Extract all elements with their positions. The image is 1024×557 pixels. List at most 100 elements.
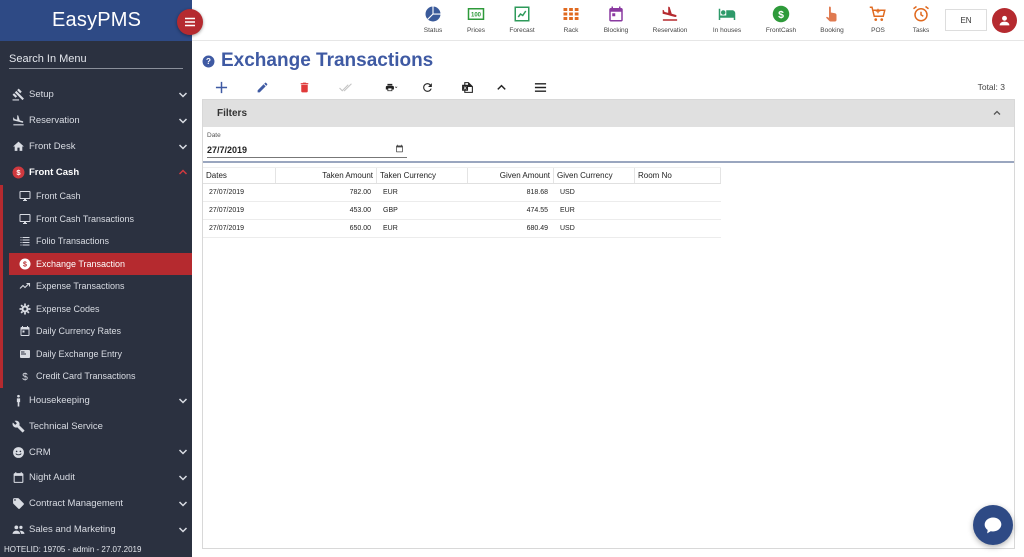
sidebar-item-front-desk[interactable]: Front Desk bbox=[0, 134, 192, 160]
sidebar-subitem-credit-card-transactions[interactable]: $ Credit Card Transactions bbox=[3, 365, 192, 388]
top-toolbar: Status 100 Prices Forecast Rack Blocking… bbox=[192, 0, 1024, 41]
help-icon[interactable]: ? bbox=[202, 55, 215, 68]
topbar-label: FrontCash bbox=[765, 27, 797, 34]
column-header-dates[interactable]: Dates bbox=[203, 168, 276, 183]
column-menu-button[interactable] bbox=[531, 79, 549, 95]
column-header-given-currency[interactable]: Given Currency bbox=[554, 168, 635, 183]
delete-button[interactable] bbox=[295, 79, 313, 95]
menu-search-input[interactable] bbox=[9, 53, 183, 69]
pencil-icon bbox=[257, 82, 267, 92]
topbar-rack-button[interactable]: Rack bbox=[546, 5, 596, 34]
sidebar-item-night-audit[interactable]: Night Audit bbox=[0, 465, 192, 491]
sidebar-subitem-front-cash-transactions[interactable]: Front Cash Transactions bbox=[3, 208, 192, 231]
topbar-label: Reservation bbox=[652, 27, 688, 34]
column-header-given-amount[interactable]: Given Amount bbox=[468, 168, 554, 183]
approve-button[interactable] bbox=[336, 79, 354, 95]
refresh-button[interactable] bbox=[418, 79, 436, 95]
calendar-icon bbox=[609, 6, 623, 22]
menu-toggle-button[interactable] bbox=[177, 9, 203, 35]
sidebar-subitem-label: Daily Currency Rates bbox=[36, 326, 122, 337]
sidebar-item-label: CRM bbox=[29, 446, 51, 458]
edit-button[interactable] bbox=[253, 79, 271, 95]
sidebar-subitem-expense-transactions[interactable]: Expense Transactions bbox=[3, 275, 192, 298]
printer-icon bbox=[385, 83, 397, 91]
topbar-forecast-button[interactable]: Forecast bbox=[497, 5, 547, 34]
topbar-prices-button[interactable]: 100 Prices bbox=[451, 5, 501, 34]
sidebar-item-label: Reservation bbox=[29, 115, 80, 127]
sidebar-item-technical-service[interactable]: Technical Service bbox=[0, 413, 192, 439]
column-header-room-no[interactable]: Room No bbox=[635, 168, 721, 183]
session-info: HOTELID: 19705 - admin - 27.07.2019 bbox=[4, 545, 142, 554]
pie-icon bbox=[425, 6, 441, 22]
filters-header[interactable]: Filters bbox=[203, 100, 1014, 127]
table-row[interactable]: 27/07/2019 782.00 EUR 818.68 USD bbox=[203, 184, 721, 202]
sidebar-item-setup[interactable]: Setup bbox=[0, 82, 192, 108]
column-header-taken-currency[interactable]: Taken Currency bbox=[377, 168, 468, 183]
sidebar-item-reservation[interactable]: Reservation bbox=[0, 108, 192, 134]
sidebar-subitem-label: Credit Card Transactions bbox=[36, 371, 136, 382]
chevron-up-icon[interactable] bbox=[992, 108, 1002, 118]
cell-given-currency: USD bbox=[560, 189, 575, 196]
svg-text:?: ? bbox=[206, 57, 211, 66]
topbar-frontcash-button[interactable]: $ FrontCash bbox=[756, 5, 806, 34]
sidebar: EasyPMS Setup Reservation Front Desk $ F… bbox=[0, 0, 192, 557]
topbar-reservation-button[interactable]: Reservation bbox=[645, 5, 695, 34]
sidebar-subitem-front-cash[interactable]: Front Cash bbox=[3, 185, 192, 208]
refresh-icon bbox=[422, 82, 432, 92]
topbar-blocking-button[interactable]: Blocking bbox=[591, 5, 641, 34]
plane-landing-icon bbox=[11, 114, 25, 128]
export-excel-button[interactable]: X bbox=[458, 79, 476, 95]
wrench-icon bbox=[11, 419, 25, 433]
cell-date: 27/07/2019 bbox=[209, 189, 245, 196]
monitor-icon bbox=[18, 189, 32, 203]
user-account-button[interactable] bbox=[992, 8, 1017, 33]
gear-icon bbox=[18, 302, 32, 316]
sidebar-item-label: Housekeeping bbox=[29, 395, 90, 407]
trend-icon bbox=[18, 279, 32, 293]
sidebar-item-housekeeping[interactable]: Housekeeping bbox=[0, 388, 192, 414]
sidebar-subitem-daily-currency-rates[interactable]: Daily Currency Rates bbox=[3, 320, 192, 343]
cell-given-amount: 680.49 bbox=[526, 225, 548, 232]
column-header-taken-amount[interactable]: Taken Amount bbox=[276, 168, 377, 183]
sidebar-subitem-expense-codes[interactable]: Expense Codes bbox=[3, 298, 192, 321]
list-icon bbox=[18, 234, 32, 248]
sidebar-item-sales-and-marketing[interactable]: Sales and Marketing bbox=[0, 517, 192, 543]
table-row[interactable]: 27/07/2019 453.00 GBP 474.55 EUR bbox=[203, 202, 721, 220]
sidebar-item-front-cash[interactable]: $ Front Cash bbox=[0, 159, 192, 185]
front-cash-submenu: Front Cash Front Cash Transactions Folio… bbox=[0, 185, 192, 388]
print-button[interactable] bbox=[378, 79, 404, 95]
home-icon bbox=[11, 139, 25, 153]
add-button[interactable] bbox=[212, 79, 230, 95]
cell-room-no bbox=[635, 184, 721, 201]
sidebar-item-contract-management[interactable]: Contract Management bbox=[0, 491, 192, 517]
sidebar-item-crm[interactable]: CRM bbox=[0, 439, 192, 465]
topbar-booking-button[interactable]: Booking bbox=[807, 5, 857, 34]
topbar-tasks-button[interactable]: Tasks bbox=[896, 5, 946, 34]
hamburger-icon bbox=[534, 82, 546, 92]
topbar-label: Rack bbox=[563, 27, 579, 34]
calendar-icon bbox=[11, 471, 25, 485]
calendar-icon[interactable] bbox=[395, 144, 404, 153]
exchange-transactions-grid: Dates Taken Amount Taken Currency Given … bbox=[203, 167, 721, 238]
sidebar-subitem-label: Exchange Transaction bbox=[36, 258, 126, 269]
dollar-icon: $ bbox=[18, 369, 32, 383]
table-row[interactable]: 27/07/2019 650.00 EUR 680.49 USD bbox=[203, 220, 721, 238]
svg-text:$: $ bbox=[778, 9, 784, 21]
svg-text:100: 100 bbox=[471, 13, 482, 19]
cell-date: 27/07/2019 bbox=[209, 207, 245, 214]
language-selector[interactable]: EN bbox=[945, 9, 987, 31]
sidebar-item-label: Front Desk bbox=[29, 140, 76, 152]
app-logo-title[interactable]: EasyPMS bbox=[52, 9, 141, 32]
collapse-toolbar-button[interactable] bbox=[492, 79, 510, 95]
dollar-circle-icon: $ bbox=[18, 257, 32, 271]
grid-icon bbox=[563, 8, 579, 20]
cell-given-currency: EUR bbox=[560, 207, 575, 214]
topbar-in-houses-button[interactable]: In houses bbox=[702, 5, 752, 34]
sidebar-subitem-daily-exchange-entry[interactable]: Daily Exchange Entry bbox=[3, 343, 192, 366]
chat-button[interactable] bbox=[973, 505, 1013, 545]
topbar-label: Status bbox=[423, 27, 443, 34]
user-icon bbox=[999, 15, 1010, 26]
date-field[interactable] bbox=[207, 142, 407, 158]
sidebar-subitem-folio-transactions[interactable]: Folio Transactions bbox=[3, 230, 192, 253]
sidebar-subitem-exchange-transaction[interactable]: $ Exchange Transaction bbox=[9, 252, 192, 276]
